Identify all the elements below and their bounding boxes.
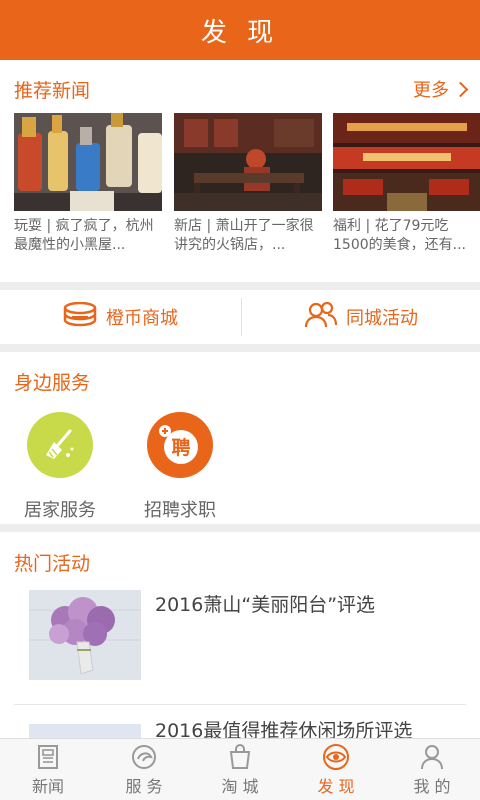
news-thumbnail xyxy=(14,113,162,211)
recruitment-icon: 聘 xyxy=(147,412,213,478)
page-header: 发 现 xyxy=(0,0,480,60)
tab-shopping[interactable]: 淘 城 xyxy=(192,739,288,800)
people-icon xyxy=(304,301,338,334)
nearby-services-section: 身边服务 居家服务 聘 招聘求职 xyxy=(0,352,480,524)
events-label: 同城活动 xyxy=(346,308,418,329)
recommended-news-section: 推荐新闻 更多 玩耍 | 疯了疯了，杭州最魔性的小黑屋... 新店 | 萧山开了… xyxy=(0,60,480,282)
tab-service[interactable]: 服 务 xyxy=(96,739,192,800)
tab-news[interactable]: 新闻 xyxy=(0,739,96,800)
tab-label: 新闻 xyxy=(31,776,64,796)
services-section-title: 身边服务 xyxy=(14,372,91,394)
tab-mine[interactable]: 我 的 xyxy=(384,739,480,800)
news-thumbnail xyxy=(174,113,322,211)
news-section-title: 推荐新闻 xyxy=(14,80,91,102)
news-thumbnail xyxy=(333,113,480,211)
user-icon xyxy=(421,744,443,769)
more-news-link[interactable]: 更多 xyxy=(413,76,469,102)
news-card[interactable]: 新店 | 萧山开了一家很讲究的火锅店，... xyxy=(174,113,322,255)
news-card[interactable]: 福利 | 花了79元吃1500的美食，还有... xyxy=(333,113,480,255)
news-icon xyxy=(38,744,58,769)
broom-icon xyxy=(27,412,93,478)
service-icon xyxy=(132,744,156,769)
bottom-tab-bar: 新闻 服 务 淘 城 发 现 我 的 xyxy=(0,738,480,800)
divider xyxy=(14,704,466,705)
home-service-button[interactable]: 居家服务 xyxy=(0,412,120,522)
quick-actions-row: 橙币商城 同城活动 xyxy=(0,290,480,344)
news-headline: 福利 | 花了79元吃1500的美食，还有... xyxy=(333,218,466,253)
tab-label: 服 务 xyxy=(125,776,163,796)
discover-eye-icon xyxy=(323,743,349,770)
activity-title: 2016最值得推荐休闲场所评选 xyxy=(155,720,413,738)
local-events-button[interactable]: 同城活动 xyxy=(241,290,480,344)
orange-coin-mall-button[interactable]: 橙币商城 xyxy=(0,290,240,344)
recruitment-label: 招聘求职 xyxy=(144,500,216,521)
tab-label: 淘 城 xyxy=(221,776,259,796)
recruit-badge-text: 聘 xyxy=(171,436,190,459)
mall-label: 橙币商城 xyxy=(106,308,178,329)
activity-thumbnail xyxy=(29,724,141,738)
hot-section-title: 热门活动 xyxy=(14,553,91,575)
news-headline: 玩耍 | 疯了疯了，杭州最魔性的小黑屋... xyxy=(14,218,154,253)
home-service-label: 居家服务 xyxy=(24,500,96,521)
activity-thumbnail xyxy=(29,590,141,680)
tab-label: 发 现 xyxy=(317,776,355,796)
news-headline: 新店 | 萧山开了一家很讲究的火锅店，... xyxy=(174,218,314,253)
tab-label: 我 的 xyxy=(413,776,451,796)
hot-activities-section: 热门活动 2016萧山“美丽阳台”评选 2016最值得推荐休闲场所评选 xyxy=(0,532,480,738)
chevron-right-icon xyxy=(452,81,469,97)
coin-stack-icon xyxy=(62,301,98,333)
activity-item[interactable]: 2016萧山“美丽阳台”评选 xyxy=(14,588,466,688)
activity-item[interactable]: 2016最值得推荐休闲场所评选 xyxy=(14,712,466,738)
recruitment-button[interactable]: 聘 招聘求职 xyxy=(120,412,240,522)
shopping-bag-icon xyxy=(229,743,251,769)
more-label: 更多 xyxy=(413,80,449,101)
activity-title: 2016萧山“美丽阳台”评选 xyxy=(155,594,376,616)
tab-discover[interactable]: 发 现 xyxy=(288,739,384,800)
page-title: 发 现 xyxy=(200,17,280,48)
news-card[interactable]: 玩耍 | 疯了疯了，杭州最魔性的小黑屋... xyxy=(14,113,162,255)
